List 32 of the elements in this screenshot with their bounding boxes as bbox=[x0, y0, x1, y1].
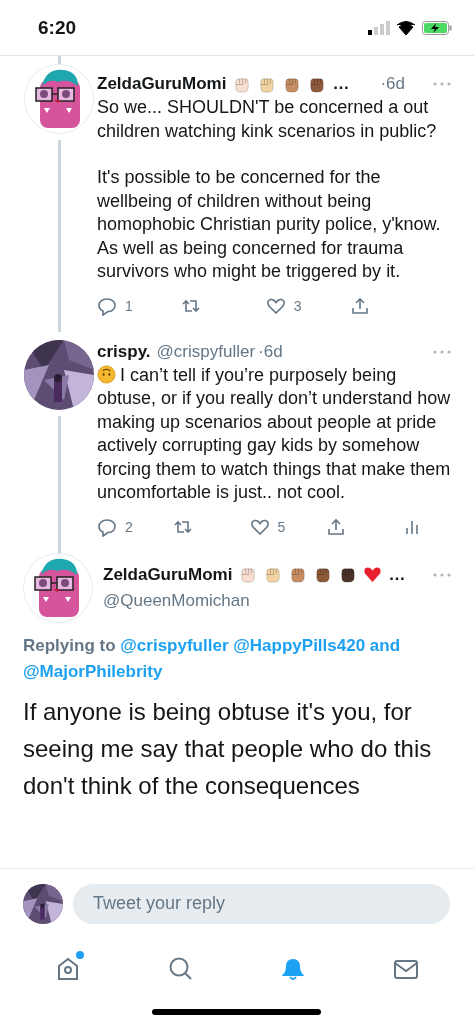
avatar[interactable] bbox=[23, 552, 93, 623]
share-icon[interactable] bbox=[350, 295, 370, 316]
replying-to-text: Replying to @crispyfuller @HappyPills420 and @MajorPhilebrity bbox=[23, 634, 402, 683]
display-name[interactable]: crispy. bbox=[97, 341, 151, 362]
name-ellipsis: … bbox=[388, 564, 406, 585]
user-handle[interactable]: @crispyfuller bbox=[156, 341, 256, 362]
mention-link[interactable]: @crispyfuller bbox=[120, 635, 229, 655]
clock: 6:20 bbox=[38, 16, 78, 39]
action-count: 5 bbox=[277, 518, 286, 535]
share-icon[interactable] bbox=[325, 516, 346, 537]
name-ellipsis: … bbox=[332, 74, 350, 94]
action-count: 2 bbox=[125, 518, 133, 535]
reply-icon[interactable] bbox=[97, 516, 117, 537]
mention-link[interactable]: @MajorPhilebrity bbox=[23, 661, 163, 681]
action-count: 3 bbox=[293, 297, 302, 314]
timestamp: ·6d bbox=[380, 74, 405, 94]
reply-icon[interactable] bbox=[97, 295, 117, 316]
display-name[interactable]: ZeldaGuruMomi bbox=[97, 74, 227, 94]
action-count: 1 bbox=[125, 297, 133, 314]
signal-icon bbox=[368, 20, 390, 35]
tweet-text: It's possible to be concerned for the wellbeing of children without being homophobic Christian purity police, y'know. As well as being concerned for trauma survivors who might be triggered by it. bbox=[97, 166, 442, 283]
tweet-text: I can’t tell if you’re purposely being obtuse, or if you really don’t understand how making up scenarios about people at pride actively corrupting gay kids by somehow forcing them to watch things that make them uncomfortable is just.. not cool. bbox=[97, 363, 452, 504]
user-handle[interactable]: @QueenMomichan bbox=[103, 590, 452, 611]
mention-link[interactable]: @HappyPills420 bbox=[233, 635, 366, 655]
avatar[interactable] bbox=[24, 64, 94, 134]
battery-icon bbox=[422, 20, 452, 35]
timestamp: ·6d bbox=[258, 341, 283, 362]
tweet-text: So we... SHOULDN'T be concerned a out children watching kink scenarios in public? bbox=[97, 96, 438, 143]
tweet-text: If anyone is being obtuse it's you, for seeing me say that people who do this don't think of the consequences bbox=[23, 696, 433, 801]
display-name[interactable]: ZeldaGuruMomi bbox=[103, 564, 233, 585]
reply-field[interactable]: Tweet your reply bbox=[73, 883, 450, 924]
wifi-icon bbox=[396, 20, 416, 35]
